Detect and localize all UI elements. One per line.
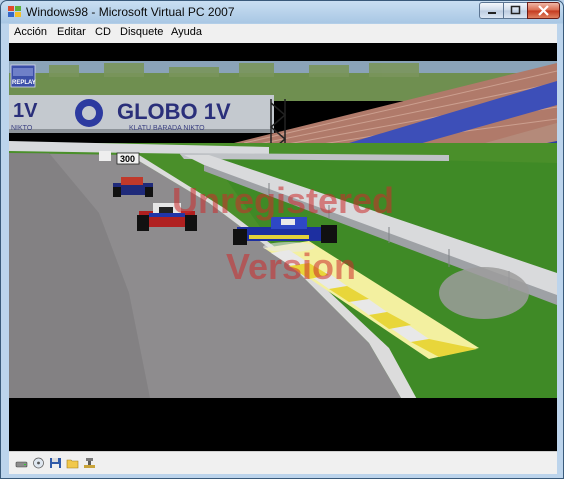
close-icon xyxy=(538,5,549,16)
vpc-window: Windows98 - Microsoft Virtual PC 2007 Ac… xyxy=(0,0,564,479)
menu-editar[interactable]: Editar xyxy=(57,26,86,38)
billboard-brand: GLOBO 1V xyxy=(117,99,231,124)
hard-disk-icon[interactable] xyxy=(15,457,28,469)
close-button[interactable] xyxy=(527,2,560,19)
shared-folder-icon[interactable] xyxy=(66,457,79,469)
minimize-icon xyxy=(488,12,496,14)
minimize-button[interactable] xyxy=(479,2,504,19)
title-bar[interactable]: Windows98 - Microsoft Virtual PC 2007 xyxy=(1,1,563,23)
game-scene: 1V GLOBO 1V NIKTO KLATU BARADA NIKTO 300… xyxy=(9,61,557,451)
marker-flag xyxy=(99,151,111,161)
billboard-text-left: 1V xyxy=(13,100,38,122)
billboard-sub-left: NIKTO xyxy=(11,125,33,132)
replay-label: REPLAY xyxy=(12,80,36,86)
menu-cd[interactable]: CD xyxy=(95,26,111,38)
menu-disquete[interactable]: Disquete xyxy=(120,26,163,38)
status-bar xyxy=(9,451,557,474)
distance-marker-text: 300 xyxy=(120,154,135,164)
watermark-line1: Unregistered xyxy=(172,180,394,221)
replay-badge: REPLAY xyxy=(10,64,36,88)
windows-app-icon xyxy=(8,6,21,17)
cd-drive-icon[interactable] xyxy=(32,457,45,469)
gravel-trap xyxy=(439,267,529,319)
floppy-icon[interactable] xyxy=(49,457,62,469)
maximize-button[interactable] xyxy=(503,2,528,19)
menu-ayuda[interactable]: Ayuda xyxy=(171,26,202,38)
menu-accion[interactable]: Acción xyxy=(14,26,47,38)
menu-bar: Acción Editar CD Disquete Ayuda xyxy=(9,24,557,44)
network-icon[interactable] xyxy=(83,457,96,469)
billboard-sub-right: KLATU BARADA NIKTO xyxy=(129,125,205,132)
watermark-line2: Version xyxy=(226,246,356,287)
window-title: Windows98 - Microsoft Virtual PC 2007 xyxy=(26,5,235,19)
vm-screen[interactable]: 1V GLOBO 1V NIKTO KLATU BARADA NIKTO 300… xyxy=(9,43,557,451)
maximize-icon xyxy=(510,5,521,15)
